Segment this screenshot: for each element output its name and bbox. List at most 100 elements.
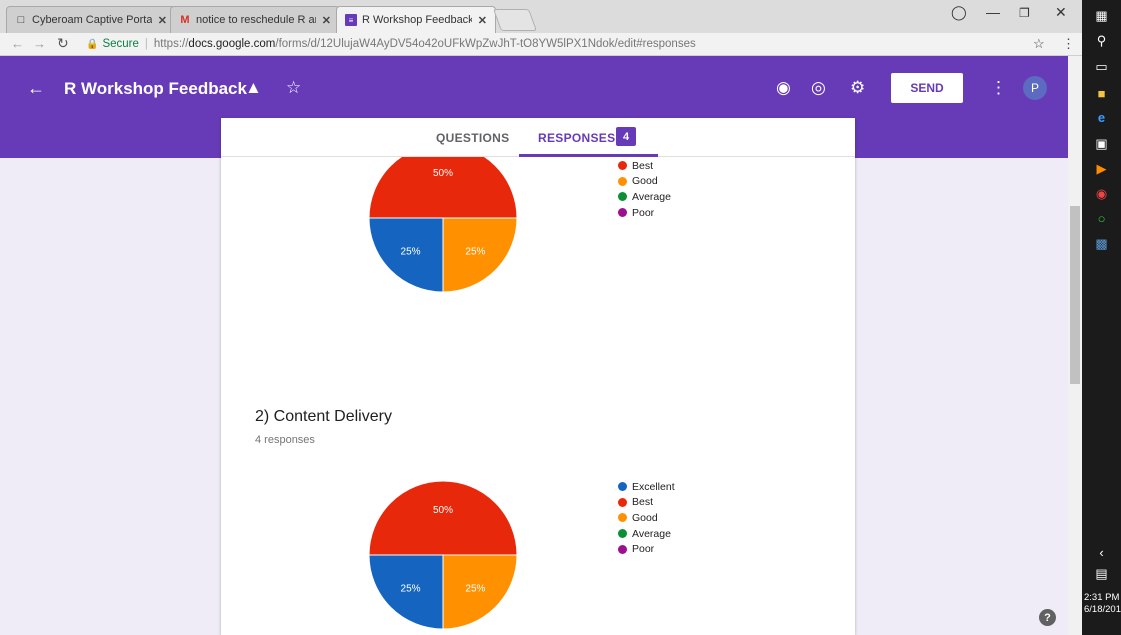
- avatar[interactable]: P: [1023, 76, 1047, 100]
- page-scrollbar[interactable]: [1068, 56, 1082, 635]
- legend-swatch: [618, 513, 627, 523]
- legend-swatch: [618, 176, 627, 186]
- clock-date: 6/18/201: [1084, 604, 1121, 615]
- question-title: 2) Content Delivery: [255, 408, 392, 425]
- send-button[interactable]: SEND: [891, 73, 963, 103]
- url-path: /forms/d/12UlujaW4AyDV54o42oUFkWpZwJhT-t…: [275, 38, 696, 50]
- legend-label: Excellent: [632, 480, 675, 493]
- legend-item-poor: Poor: [618, 541, 675, 557]
- reload-icon[interactable]: ↻: [57, 35, 69, 52]
- legend-label: Good: [632, 175, 658, 188]
- back-arrow-icon[interactable]: ←: [27, 78, 45, 99]
- close-icon[interactable]: ✕: [322, 14, 331, 27]
- legend-swatch: [618, 161, 627, 171]
- browser-tab-forms[interactable]: ≡ R Workshop Feedback - G ✕: [336, 6, 496, 33]
- pie-data-label: 25%: [465, 246, 485, 257]
- pie-chart-question-2: 25% 50% 25%: [368, 480, 518, 630]
- active-tab-indicator: [519, 154, 658, 157]
- legend-label: Best: [632, 159, 654, 172]
- legend-item-average: Average: [618, 189, 671, 205]
- legend-label: Best: [632, 496, 654, 509]
- help-icon[interactable]: ?: [1039, 609, 1056, 626]
- windows-taskbar: ▦ ⚲ ▭ ■ e ▣ ▶ ◉ ○ ▩ ‹ ▤ 2:31 PM 6/18/201: [1082, 0, 1121, 635]
- forms-icon: ≡: [345, 14, 357, 26]
- taskbar-clock[interactable]: 2:31 PM 6/18/201: [1084, 592, 1121, 616]
- palette-icon[interactable]: ◉: [776, 78, 791, 98]
- preview-eye-icon[interactable]: ◎: [811, 78, 826, 98]
- browser-menu-icon[interactable]: ⋮: [1062, 36, 1075, 52]
- pie-data-label: 50%: [433, 505, 453, 516]
- legend-item-good: Good: [618, 174, 671, 190]
- browser-tab-title: notice to reschedule R an: [196, 14, 316, 26]
- store-icon[interactable]: ▣: [1082, 136, 1121, 152]
- screen: □ Cyberoam Captive Portal ✕ M notice to …: [0, 0, 1121, 635]
- legend-label: Good: [632, 511, 658, 524]
- task-view-icon[interactable]: ▭: [1082, 59, 1121, 75]
- url-input[interactable]: 🔒 Secure | https:// docs.google.com /for…: [86, 35, 1056, 53]
- settings-gear-icon[interactable]: ⚙: [850, 78, 865, 98]
- legend-item-good: Good: [618, 510, 675, 526]
- legend-label: Poor: [632, 543, 655, 556]
- form-tabs: QUESTIONS RESPONSES 4: [221, 118, 855, 157]
- chrome-icon[interactable]: ◉: [1082, 186, 1121, 202]
- browser-tab-title: Cyberoam Captive Portal: [32, 14, 152, 26]
- window-close-icon[interactable]: ✕: [1055, 4, 1067, 21]
- pie-data-label: 25%: [401, 246, 421, 257]
- restore-icon[interactable]: ❐: [1019, 6, 1030, 20]
- star-icon[interactable]: ☆: [286, 78, 301, 98]
- legend-swatch: [618, 208, 627, 218]
- close-icon[interactable]: ✕: [478, 14, 487, 27]
- tab-questions[interactable]: QUESTIONS: [436, 131, 509, 145]
- back-arrow-icon[interactable]: ←: [11, 36, 24, 51]
- clock-time: 2:31 PM: [1084, 592, 1120, 603]
- legend-item-average: Average: [618, 526, 675, 542]
- notification-icon[interactable]: ▤: [1082, 566, 1121, 582]
- url-scheme: https://: [153, 38, 189, 50]
- file-explorer-icon[interactable]: ■: [1082, 86, 1121, 101]
- secure-label: Secure: [102, 38, 139, 50]
- browser-tab-strip: □ Cyberoam Captive Portal ✕ M notice to …: [0, 0, 1082, 33]
- more-options-icon[interactable]: ⋮: [990, 78, 1007, 98]
- scroll-thumb[interactable]: [1070, 206, 1080, 384]
- windows-start-icon[interactable]: ▦: [1082, 8, 1121, 24]
- profile-icon[interactable]: ◯: [951, 4, 967, 21]
- url-separator: |: [144, 38, 148, 50]
- forward-arrow-icon[interactable]: →: [33, 36, 46, 51]
- gmail-icon: M: [180, 14, 190, 26]
- legend-swatch: [618, 497, 627, 507]
- minimize-icon[interactable]: —: [986, 4, 1000, 20]
- legend-label: Average: [632, 190, 671, 203]
- app-circle-icon[interactable]: ○: [1082, 211, 1121, 226]
- response-count-label: 4 responses: [255, 434, 315, 446]
- lock-icon: 🔒: [86, 38, 99, 50]
- word-icon[interactable]: ▩: [1082, 236, 1121, 252]
- chart-legend-question-1: Best Good Average Poor: [618, 158, 671, 220]
- legend-swatch: [618, 544, 627, 554]
- chart-legend-question-2: Excellent Best Good Average Poor: [618, 479, 675, 557]
- legend-item-excellent: Excellent: [618, 479, 675, 495]
- drive-icon[interactable]: ▲: [245, 78, 262, 98]
- tab-responses[interactable]: RESPONSES: [538, 131, 615, 145]
- legend-label: Average: [632, 527, 671, 540]
- form-title: R Workshop Feedback: [64, 79, 247, 98]
- browser-tab-gmail[interactable]: M notice to reschedule R an ✕: [170, 6, 340, 33]
- pie-chart-question-1: 25% 50% 25%: [368, 143, 518, 293]
- legend-item-best: Best: [618, 495, 675, 511]
- url-host: docs.google.com: [188, 38, 276, 50]
- pie-data-label: 25%: [465, 583, 485, 594]
- responses-card: [221, 118, 855, 635]
- tray-expand-icon[interactable]: ‹: [1082, 545, 1121, 560]
- legend-item-poor: Poor: [618, 205, 671, 221]
- close-icon[interactable]: ✕: [158, 14, 167, 27]
- pie-data-label: 50%: [433, 168, 453, 179]
- new-tab-button[interactable]: [492, 9, 538, 31]
- browser-tab-cyberoam[interactable]: □ Cyberoam Captive Portal ✕: [6, 6, 176, 33]
- legend-item-best: Best: [618, 158, 671, 174]
- browser-tab-title: R Workshop Feedback - G: [362, 14, 472, 26]
- bookmark-star-icon[interactable]: ☆: [1033, 36, 1045, 52]
- search-icon[interactable]: ⚲: [1082, 33, 1121, 49]
- legend-swatch: [618, 192, 627, 202]
- pie-data-label: 25%: [401, 583, 421, 594]
- edge-icon[interactable]: e: [1082, 110, 1121, 125]
- media-player-icon[interactable]: ▶: [1082, 161, 1121, 177]
